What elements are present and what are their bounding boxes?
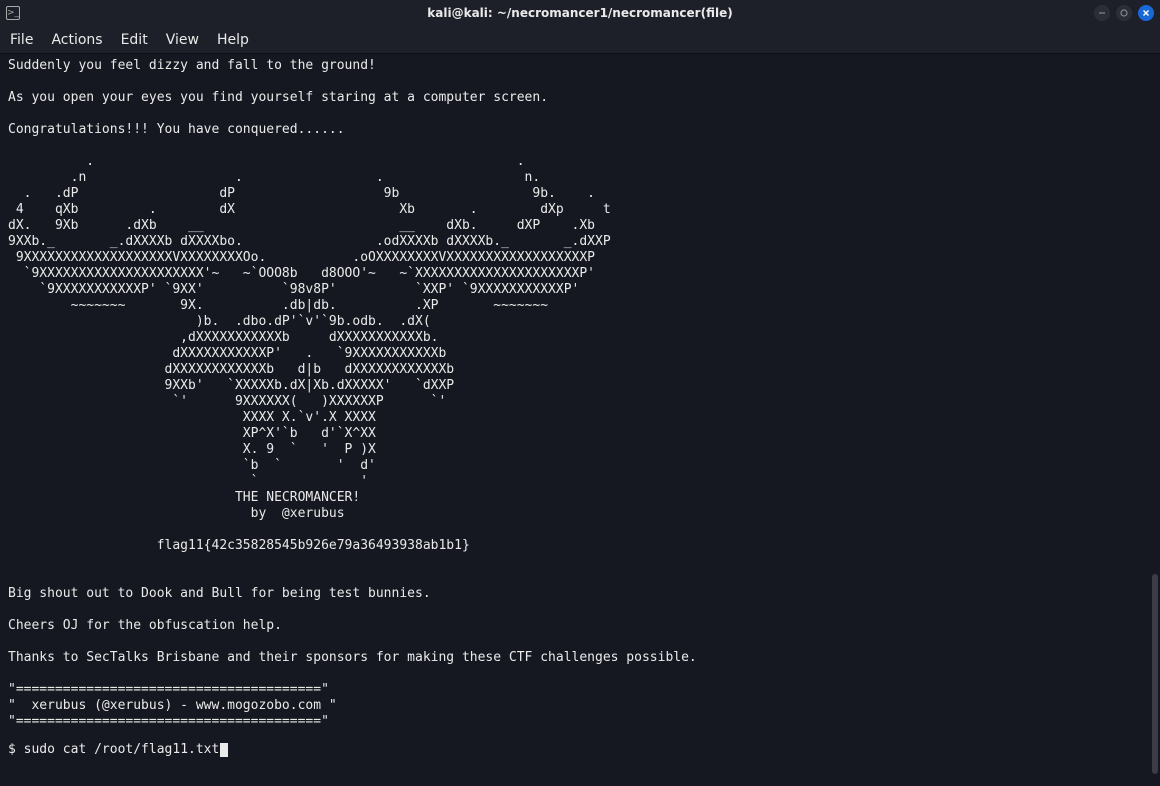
terminal-app-icon: >_ — [6, 6, 20, 20]
close-button[interactable] — [1138, 5, 1154, 21]
menubar: File Actions Edit View Help — [0, 26, 1160, 54]
window-controls — [1094, 5, 1154, 21]
menu-file[interactable]: File — [10, 32, 33, 48]
command-text: sudo cat /root/flag11.txt — [24, 742, 220, 757]
titlebar: >_ kali@kali: ~/necromancer1/necromancer… — [0, 0, 1160, 26]
terminal-output: Suddenly you feel dizzy and fall to the … — [8, 58, 1152, 730]
window-title: kali@kali: ~/necromancer1/necromancer(fi… — [0, 6, 1160, 20]
prompt-line[interactable]: $ sudo cat /root/flag11.txt — [8, 742, 1152, 758]
terminal-viewport[interactable]: Suddenly you feel dizzy and fall to the … — [0, 54, 1160, 786]
menu-edit[interactable]: Edit — [121, 32, 148, 48]
menu-help[interactable]: Help — [217, 32, 249, 48]
menu-actions[interactable]: Actions — [51, 32, 102, 48]
maximize-button[interactable] — [1116, 5, 1132, 21]
prompt-symbol: $ — [8, 742, 24, 757]
menu-view[interactable]: View — [166, 32, 199, 48]
text-cursor — [220, 743, 228, 757]
minimize-button[interactable] — [1094, 5, 1110, 21]
scrollbar-thumb[interactable] — [1152, 574, 1158, 774]
